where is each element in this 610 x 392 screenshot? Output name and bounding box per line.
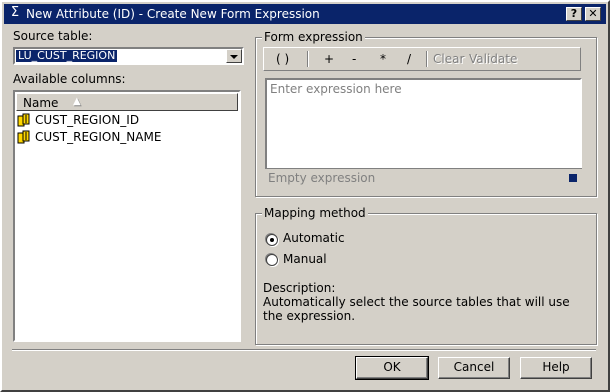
status-indicator-icon [569,174,577,182]
manual-radio[interactable] [266,254,278,266]
source-table-value: LU_CUST_REGION [14,49,119,63]
source-table-select[interactable]: LU_CUST_REGION [13,47,244,65]
automatic-radio[interactable] [266,234,278,246]
parens-button[interactable]: ( ) [276,52,289,66]
plus-button[interactable]: + [324,52,334,66]
close-icon: ✕ [588,7,598,20]
sort-ascending-icon: ▲ [73,96,81,107]
help-button[interactable]: Help [520,357,592,379]
source-table-label: Source table: [13,29,93,43]
form-expression-legend: Form expression [262,30,365,44]
divide-button[interactable]: / [407,52,411,66]
toolbar-separator [307,51,309,67]
help-title-button[interactable]: ? [566,7,582,21]
chevron-down-icon[interactable] [226,49,242,63]
expression-status: Empty expression [268,171,376,185]
column-name: CUST_REGION_NAME [35,130,162,144]
available-columns-list[interactable]: Name ▲ CUST_REGION_ID CUST_REGION_NAME [13,90,241,342]
minus-button[interactable]: - [352,52,356,66]
mapping-method-legend: Mapping method [262,206,368,220]
description-label: Description: [263,281,336,295]
expression-status-bar: Empty expression [265,168,582,188]
close-button[interactable]: ✕ [585,7,601,21]
sigma-icon: Σ [10,5,20,20]
column-icon [17,130,30,144]
manual-label[interactable]: Manual [283,252,327,266]
automatic-label[interactable]: Automatic [283,231,345,245]
expression-placeholder: Enter expression here [270,82,402,96]
window-title: New Attribute (ID) - Create New Form Exp… [26,7,320,21]
column-name: CUST_REGION_ID [35,113,140,127]
description-text: Automatically select the source tables t… [263,295,570,323]
validate-button[interactable]: Validate [469,52,517,66]
footer-separator [12,349,596,351]
column-header-name[interactable]: Name ▲ [16,93,238,111]
clear-button[interactable]: Clear [433,52,464,66]
ok-button[interactable]: OK [355,356,429,380]
available-columns-label: Available columns: [13,72,126,86]
cancel-button[interactable]: Cancel [438,357,510,379]
column-header-label: Name [23,96,59,110]
toolbar-separator [426,51,428,67]
multiply-button[interactable]: * [380,52,386,66]
title-bar[interactable]: Σ New Attribute (ID) - Create New Form E… [4,4,606,24]
column-icon [17,113,30,127]
expression-toolbar: ( ) + - * / Clear Validate [263,47,581,71]
